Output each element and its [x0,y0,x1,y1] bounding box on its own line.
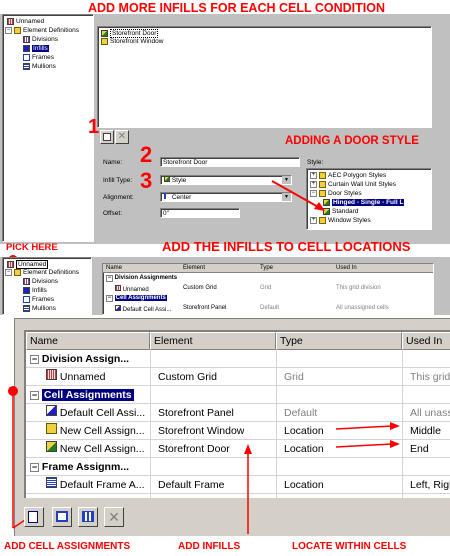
mullion-assignment-icon [82,511,94,522]
new-cell-assignment-icon [28,511,38,523]
arrows-locate [12,391,400,534]
add-mullion-assignment-button[interactable] [78,507,98,527]
frame-assignment-icon [56,511,68,522]
delete-icon: ✕ [108,509,120,525]
add-frame-assignment-button[interactable] [52,507,72,527]
add-cell-assignment-button[interactable] [24,507,44,527]
delete-assignment-button[interactable]: ✕ [104,507,124,527]
caption-locate-within-cells: LOCATE WITHIN CELLS [292,541,407,552]
caption-add-infills: ADD INFILLS [178,541,241,552]
caption-add-cell-assignments: ADD CELL ASSIGNMENTS [4,541,131,552]
